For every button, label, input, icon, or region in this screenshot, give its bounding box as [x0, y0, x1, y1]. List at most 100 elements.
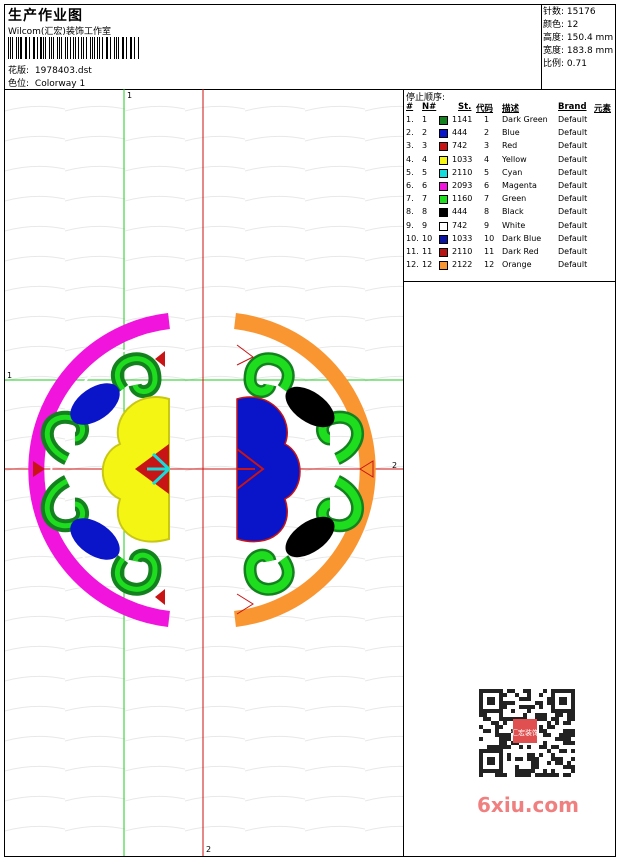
- row-needle: 6: [422, 181, 428, 190]
- marker-h2: 2: [392, 461, 398, 470]
- colorway-value: Colorway 1: [34, 79, 86, 89]
- barcode-bar: [123, 37, 125, 59]
- barcode-bar: [74, 37, 76, 59]
- stat-scale: 比例: 0.71: [543, 59, 587, 69]
- row-color-swatch: [439, 221, 448, 231]
- row-stitches: 1033: [452, 233, 473, 243]
- row-brand: Default: [558, 115, 588, 124]
- row-description: Black: [502, 207, 524, 217]
- marker-v2: 2: [206, 845, 212, 854]
- row-brand: Default: [558, 154, 588, 164]
- production-sheet: 生产作业图 Wilcom(汇宏)装饰工作室 花版: 1978403.dst 色位…: [4, 4, 616, 857]
- row-needle: 11: [422, 247, 433, 256]
- barcode-bar: [40, 37, 42, 59]
- stop-row: 1. 1 1141 1 Dark Green Default: [404, 115, 615, 128]
- row-description: Dark Green: [502, 115, 548, 124]
- row-stitches: 2093: [452, 181, 473, 190]
- barcode-bar: [109, 37, 112, 59]
- row-code: 9: [484, 220, 490, 230]
- stop-row: 10. 10 1033 10 Dark Blue Default: [404, 234, 615, 247]
- row-brand: Default: [558, 181, 588, 190]
- row-needle: 4: [422, 154, 428, 164]
- row-stitches: 1141: [452, 115, 473, 124]
- barcode-bar: [118, 37, 119, 59]
- barcode-bar: [101, 37, 103, 59]
- qr-code: 汇宏装饰: [471, 685, 581, 783]
- colorway-line: 色位: Colorway 1: [8, 76, 85, 89]
- row-brand: Default: [558, 260, 588, 270]
- stop-sequence-panel: 停止顺序: # N# St. 代码 描述 Brand 元素 1. 1 1141 1 Da…: [404, 89, 615, 282]
- row-color-swatch: [439, 182, 448, 191]
- row-brand: Default: [558, 194, 588, 204]
- row-needle: 9: [422, 220, 428, 230]
- row-color-swatch: [439, 261, 448, 271]
- row-brand: Default: [558, 141, 588, 151]
- stop-row: 8. 8 444 8 Black Default: [404, 207, 615, 220]
- row-stitches: 742: [452, 220, 468, 230]
- row-index: 11.: [406, 247, 419, 256]
- stop-row: 12. 12 2122 12 Orange Default: [404, 260, 615, 273]
- row-index: 5.: [406, 167, 414, 177]
- col-element: 元素: [594, 104, 612, 114]
- row-description: Green: [502, 194, 527, 204]
- qr-stamp-text: 汇宏装饰: [511, 728, 539, 737]
- barcode-bar: [15, 37, 17, 59]
- design-line: 花版: 1978403.dst: [8, 63, 92, 76]
- row-color-swatch: [439, 142, 448, 152]
- colorway-label: 色位:: [8, 79, 30, 89]
- row-stitches: 1033: [452, 154, 473, 164]
- row-stitches: 742: [452, 141, 468, 151]
- row-index: 2.: [406, 128, 414, 138]
- barcode-bar: [36, 37, 38, 59]
- row-code: 5: [484, 167, 490, 177]
- row-index: 8.: [406, 207, 414, 217]
- row-description: Dark Red: [502, 247, 539, 256]
- barcode-bar: [8, 37, 9, 59]
- row-brand: Default: [558, 207, 588, 217]
- row-needle: 3: [422, 141, 428, 151]
- col-code: 代码: [476, 104, 494, 114]
- barcode-bar: [82, 37, 85, 59]
- row-index: 3.: [406, 141, 414, 151]
- row-code: 11: [484, 247, 495, 256]
- row-code: 3: [484, 141, 490, 151]
- row-index: 1.: [406, 115, 414, 124]
- embroidery-preview: [5, 89, 403, 856]
- sheet-title: 生产作业图: [8, 8, 83, 24]
- marker-h1: 1: [7, 371, 13, 380]
- row-needle: 8: [422, 207, 428, 217]
- row-description: Blue: [502, 128, 520, 138]
- row-code: 12: [484, 260, 495, 270]
- row-brand: Default: [558, 167, 588, 177]
- row-color-swatch: [439, 168, 448, 178]
- row-brand: Default: [558, 247, 588, 256]
- barcode-bar: [20, 37, 22, 59]
- stop-row: 9. 9 742 9 White Default: [404, 221, 615, 234]
- stat-colors: 颜色: 12: [543, 20, 579, 30]
- row-color-swatch: [439, 234, 448, 244]
- row-description: White: [502, 220, 526, 230]
- row-index: 6.: [406, 181, 414, 190]
- stop-row: 3. 3 742 3 Red Default: [404, 141, 615, 154]
- row-color-swatch: [439, 155, 448, 165]
- design-label: 花版:: [8, 66, 30, 76]
- row-code: 10: [484, 233, 495, 243]
- stats-block: 针数: 15176 颜色: 12 高度: 150.4 mm 宽度: 183.8 …: [543, 6, 613, 71]
- row-index: 9.: [406, 220, 414, 230]
- barcode-bar: [48, 37, 50, 59]
- watermark-text: 6xiu.com: [477, 793, 579, 817]
- row-code: 8: [484, 207, 490, 217]
- row-description: Orange: [502, 260, 532, 270]
- col-needle: N#: [422, 102, 437, 112]
- stop-row: 7. 7 1160 7 Green Default: [404, 194, 615, 207]
- stop-row: 4. 4 1033 4 Yellow Default: [404, 155, 615, 168]
- row-needle: 10: [422, 233, 433, 243]
- row-index: 7.: [406, 194, 414, 204]
- row-brand: Default: [558, 233, 588, 243]
- row-index: 12.: [406, 260, 419, 270]
- row-stitches: 2122: [452, 260, 473, 270]
- row-color-swatch: [439, 116, 448, 125]
- row-code: 6: [484, 181, 490, 190]
- row-description: Magenta: [502, 181, 537, 190]
- studio-name: Wilcom(汇宏)装饰工作室: [8, 27, 111, 37]
